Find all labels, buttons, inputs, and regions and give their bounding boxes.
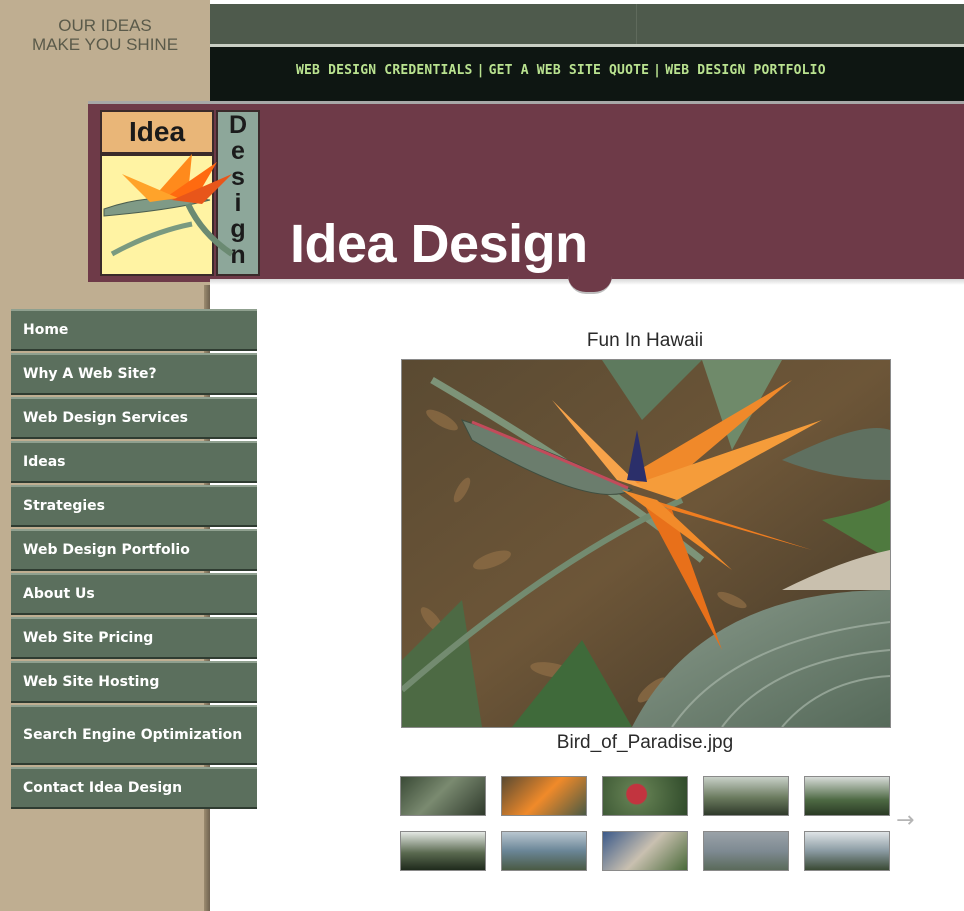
thumbnail[interactable]: [804, 831, 890, 871]
menu-why-a-web-site[interactable]: Why A Web Site?: [11, 353, 257, 395]
bird-of-paradise-photo: [402, 360, 890, 727]
menu-about-us[interactable]: About Us: [11, 573, 257, 615]
nav-get-a-web-site-quote[interactable]: GET A WEB SITE QUOTE: [489, 63, 650, 78]
site-title: Idea Design: [290, 214, 588, 274]
arrow-right-icon[interactable]: →: [896, 808, 914, 833]
bird-of-paradise-icon: [103, 154, 234, 257]
thumbnail[interactable]: [804, 776, 890, 816]
main-photo[interactable]: [401, 359, 891, 728]
nav-web-design-credentials[interactable]: WEB DESIGN CREDENTIALS: [296, 63, 473, 78]
menu-web-design-services[interactable]: Web Design Services: [11, 397, 257, 439]
thumbnail[interactable]: [703, 831, 789, 871]
thumbnail[interactable]: [501, 776, 587, 816]
menu-search-engine-optimization[interactable]: Search Engine Optimization: [11, 705, 257, 765]
top-bar: [210, 4, 964, 44]
thumbnail[interactable]: [602, 831, 688, 871]
thumbnail[interactable]: [400, 776, 486, 816]
gallery-title: Fun In Hawaii: [586, 330, 704, 351]
menu-contact-idea-design[interactable]: Contact Idea Design: [11, 767, 257, 809]
nav-web-design-portfolio[interactable]: WEB DESIGN PORTFOLIO: [665, 63, 826, 78]
banner-notch: [568, 276, 612, 294]
thumbnail[interactable]: [703, 776, 789, 816]
top-navigation: WEB DESIGN CREDENTIALS | GET A WEB SITE QU…: [210, 47, 964, 101]
site-logo[interactable]: Idea D e s i g n: [92, 104, 264, 276]
tagline: OUR IDEAS MAKE YOU SHINE: [31, 16, 179, 54]
menu-web-site-pricing[interactable]: Web Site Pricing: [11, 617, 257, 659]
menu-strategies[interactable]: Strategies: [11, 485, 257, 527]
side-menu: Home Why A Web Site? Web Design Services…: [11, 309, 257, 811]
menu-web-design-portfolio[interactable]: Web Design Portfolio: [11, 529, 257, 571]
menu-home[interactable]: Home: [11, 309, 257, 351]
nav-separator: |: [476, 63, 485, 78]
menu-ideas[interactable]: Ideas: [11, 441, 257, 483]
thumbnail[interactable]: [602, 776, 688, 816]
thumbnail[interactable]: [400, 831, 486, 871]
nav-separator: |: [653, 63, 662, 78]
menu-web-site-hosting[interactable]: Web Site Hosting: [11, 661, 257, 703]
photo-caption: Bird_of_Paradise.jpg: [556, 732, 734, 753]
thumbnail[interactable]: [501, 831, 587, 871]
